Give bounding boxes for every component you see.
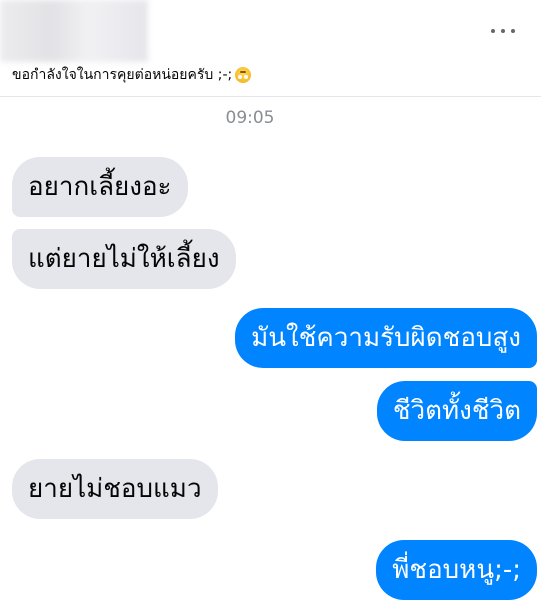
more-options-icon[interactable] xyxy=(491,27,515,35)
message-bubble-received: ยายไม่ชอบแมว xyxy=(12,459,218,519)
pleading-face-emoji-icon xyxy=(235,67,252,83)
message-bubble-received: แต่ยายไม่ให้เลี้ยง xyxy=(12,229,236,289)
more-dot xyxy=(501,29,505,33)
post-caption: ขอกำลังใจในการคุยต่อหน่อยครับ ;-; xyxy=(12,64,252,86)
blurred-profile-area xyxy=(0,0,148,62)
message-bubble-received: อยากเลี้ยงอะ xyxy=(12,157,188,217)
more-dot xyxy=(491,29,495,33)
message-bubble-sent: พี่ชอบหนู;-; xyxy=(376,540,537,600)
more-dot xyxy=(511,29,515,33)
divider xyxy=(0,96,541,97)
post-caption-text: ขอกำลังใจในการคุยต่อหน่อยครับ ;-; xyxy=(12,67,233,83)
chat-timestamp: 09:05 xyxy=(225,108,275,128)
message-bubble-sent: มันใช้ความรับผิดชอบสูง xyxy=(235,308,537,368)
message-bubble-sent: ชีวิตทั้งชีวิต xyxy=(376,381,537,441)
post-header xyxy=(0,0,541,62)
